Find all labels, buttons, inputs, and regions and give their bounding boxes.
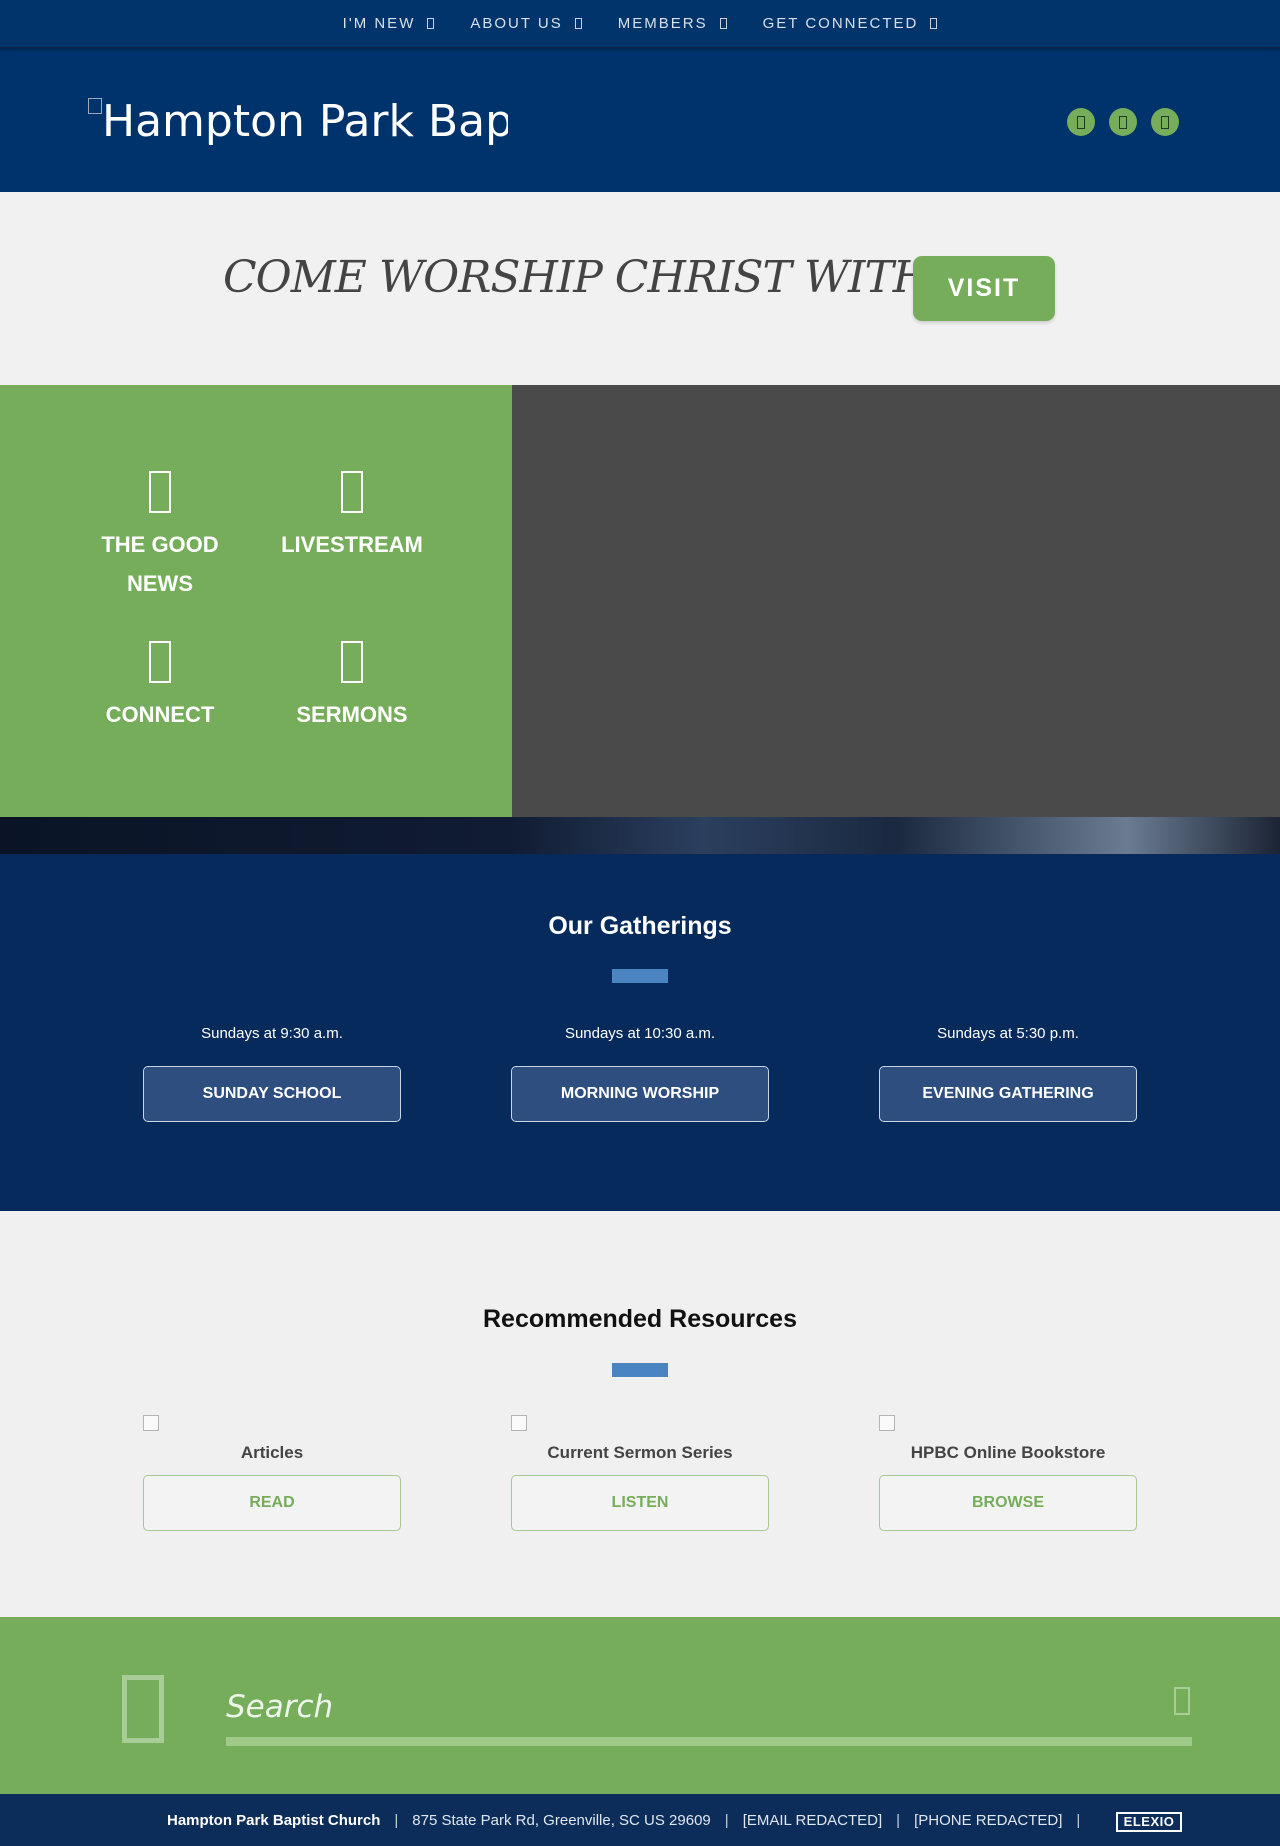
resources-title: Recommended Resources (482, 1305, 797, 1333)
site-footer: Hampton Park Baptist Church | 875 State … (0, 1794, 1280, 1846)
nav-item-label: MEMBERS (617, 15, 708, 32)
title-divider (612, 1363, 668, 1377)
quick-link-label: LIVESTREAM (281, 532, 423, 557)
worship-cta: COME WORSHIP CHRIST WITH US VISIT (0, 192, 1280, 385)
footer-address: 875 State Park Rd, Greenville, SC US 296… (412, 1811, 711, 1829)
quick-link-livestream[interactable]: LIVESTREAM (262, 471, 442, 564)
gatherings-section: Our Gatherings Sundays at 9:30 a.m. SUND… (0, 854, 1280, 1211)
footer-email[interactable]: [EMAIL REDACTED] (743, 1812, 882, 1829)
evening-gathering-button[interactable]: EVENING GATHERING (879, 1066, 1137, 1122)
footer-separator: | (1076, 1811, 1081, 1829)
users-icon (149, 641, 171, 683)
social-links (1067, 108, 1179, 136)
footer-separator: | (896, 1811, 901, 1829)
quick-link-label: CONNECT (105, 702, 215, 727)
footer-separator: | (394, 1811, 399, 1829)
nav-item-im-new[interactable]: I'M NEW (343, 15, 435, 32)
microphone-icon (341, 641, 363, 683)
search-icon (122, 1675, 164, 1743)
nav-item-label: ABOUT US (470, 15, 563, 32)
nav-item-get-connected[interactable]: GET CONNECTED (763, 15, 938, 32)
nav-item-about-us[interactable]: ABOUT US (470, 15, 582, 32)
title-divider (612, 969, 668, 983)
chevron-down-icon (719, 18, 727, 29)
gatherings-title: Our Gatherings (548, 912, 732, 940)
church-logo[interactable]: Hampton Park Baptist Church (88, 94, 508, 150)
quick-link-sermons[interactable]: SERMONS (262, 641, 442, 734)
gathering-card: Sundays at 9:30 a.m. SUNDAY SCHOOL (143, 1022, 401, 1122)
broken-image-icon (879, 1415, 895, 1431)
background-photo-strip (0, 817, 1280, 854)
facebook-icon[interactable] (1067, 108, 1095, 136)
gathering-time: Sundays at 9:30 a.m. (201, 1025, 343, 1042)
footer-contact: Hampton Park Baptist Church | 875 State … (167, 1794, 1094, 1846)
footer-separator: | (724, 1811, 729, 1829)
chevron-down-icon (930, 18, 938, 29)
quick-link-label: SERMONS (296, 702, 408, 727)
quick-link-connect[interactable]: CONNECT (70, 641, 250, 734)
site-header: Hampton Park Baptist Church (0, 48, 1280, 192)
nav-item-label: I'M NEW (342, 15, 416, 32)
read-button[interactable]: READ (143, 1475, 401, 1531)
top-navigation: I'M NEW ABOUT US MEMBERS GET CONNECTED (0, 0, 1280, 48)
broken-image-icon (88, 98, 102, 114)
broken-image-icon (511, 1415, 527, 1431)
quick-link-label: THE GOOD NEWS (101, 532, 219, 596)
visit-button[interactable]: VISIT (913, 256, 1055, 321)
youtube-icon[interactable] (1109, 108, 1137, 136)
resource-title: HPBC Online Bookstore (910, 1443, 1106, 1462)
resource-card: Current Sermon Series LISTEN (511, 1415, 769, 1531)
listen-button[interactable]: LISTEN (511, 1475, 769, 1531)
elexio-badge[interactable]: ELEXIO (1116, 1812, 1182, 1832)
footer-church-name: Hampton Park Baptist Church (167, 1811, 381, 1829)
book-icon (149, 471, 171, 513)
search-underline (226, 1737, 1192, 1746)
search-input[interactable] (226, 1677, 1186, 1737)
instagram-icon[interactable] (1151, 108, 1179, 136)
logo-alt-text: Hampton Park Baptist Church (102, 96, 508, 147)
morning-worship-button[interactable]: MORNING WORSHIP (511, 1066, 769, 1122)
quick-link-good-news[interactable]: THE GOOD NEWS (70, 471, 250, 603)
resources-section: Recommended Resources Articles READ Curr… (0, 1211, 1280, 1617)
footer-phone[interactable]: [PHONE REDACTED] (914, 1812, 1062, 1829)
resource-card: Articles READ (143, 1415, 401, 1531)
gathering-card: Sundays at 5:30 p.m. EVENING GATHERING (879, 1022, 1137, 1122)
nav-item-members[interactable]: MEMBERS (618, 15, 727, 32)
chevron-down-icon (574, 18, 582, 29)
nav-item-label: GET CONNECTED (762, 15, 919, 32)
search-section (0, 1617, 1280, 1794)
sunday-school-button[interactable]: SUNDAY SCHOOL (143, 1066, 401, 1122)
gathering-card: Sundays at 10:30 a.m. MORNING WORSHIP (511, 1022, 769, 1122)
gathering-time: Sundays at 5:30 p.m. (937, 1025, 1079, 1042)
video-icon (341, 471, 363, 513)
search-submit-icon[interactable] (1174, 1687, 1190, 1715)
cta-heading: COME WORSHIP CHRIST WITH US (223, 252, 1009, 303)
resource-card: HPBC Online Bookstore BROWSE (879, 1415, 1137, 1531)
browse-button[interactable]: BROWSE (879, 1475, 1137, 1531)
resource-title: Current Sermon Series (547, 1443, 733, 1462)
video-player[interactable] (512, 385, 1280, 817)
resource-title: Articles (240, 1443, 304, 1462)
chevron-down-icon (427, 18, 435, 29)
quick-links-panel: THE GOOD NEWS LIVESTREAM CONNECT SERMONS (0, 385, 512, 817)
gathering-time: Sundays at 10:30 a.m. (564, 1025, 716, 1042)
broken-image-icon (143, 1415, 159, 1431)
